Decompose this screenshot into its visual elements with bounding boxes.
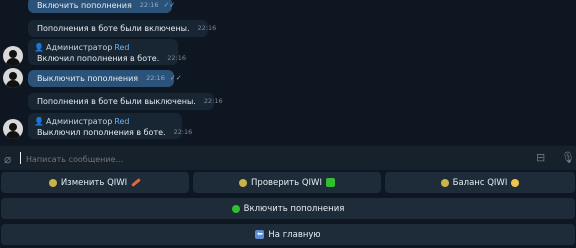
bot-keyboard-icon[interactable]: ⊟ — [536, 151, 545, 164]
read-ticks-icon: ✓✓ — [169, 74, 182, 82]
message-text: Пополнения в боте были включены. — [37, 24, 190, 33]
check-qiwi-button[interactable]: Проверить QIWI — [193, 172, 381, 193]
home-button[interactable]: ⬅ На главную — [1, 224, 575, 245]
message-outgoing[interactable]: Включить пополнения 22:16 ✓✓ — [28, 0, 175, 13]
coin-icon — [48, 178, 57, 187]
message-time: 22:16 — [167, 54, 186, 62]
user-icon: 👤 — [34, 43, 44, 52]
admin-name: Red — [114, 117, 130, 126]
message-incoming[interactable]: 👤 Администратор Red Выключил пополнения … — [28, 113, 192, 139]
message-text: Пополнения в боте были выключены. — [37, 97, 196, 106]
message-incoming[interactable]: Пополнения в боте были включены. 22:16 — [28, 20, 216, 37]
attach-icon[interactable]: ⌀ — [4, 152, 11, 166]
message-time: 22:16 — [197, 24, 217, 32]
user-avatar[interactable] — [3, 68, 23, 88]
message-time: 22:16 — [203, 97, 223, 105]
message-time: 22:16 — [146, 74, 165, 82]
chat-area: Включить пополнения 22:16 ✓✓ Пополнения … — [0, 0, 576, 145]
bot-avatar[interactable] — [3, 46, 23, 66]
user-icon: 👤 — [34, 117, 44, 126]
message-text: Выключить пополнения — [37, 74, 139, 83]
admin-label: Администратор — [45, 43, 113, 52]
coin-icon — [440, 178, 449, 187]
admin-name: Red — [114, 43, 130, 52]
message-time: 22:16 — [139, 1, 159, 9]
pencil-icon — [131, 178, 141, 187]
smile-icon — [511, 178, 520, 187]
message-incoming[interactable]: Пополнения в боте были выключены. 22:16 — [28, 93, 223, 110]
recycle-icon — [325, 178, 335, 187]
message-input[interactable] — [24, 150, 518, 168]
bot-avatar[interactable] — [3, 119, 23, 139]
microphone-icon[interactable]: 🎙 — [561, 151, 575, 164]
message-outgoing[interactable]: Выключить пополнения 22:16 ✓✓ — [28, 70, 182, 87]
bot-reply-keyboard: Изменить QIWI Проверить QIWI Баланс QIWI… — [0, 170, 576, 248]
coin-icon — [239, 178, 248, 187]
message-text: Включил пополнения в боте. — [37, 54, 160, 63]
change-qiwi-button[interactable]: Изменить QIWI — [1, 172, 189, 193]
message-time: 22:16 — [173, 128, 193, 136]
admin-label: Администратор — [45, 117, 113, 126]
green-circle-icon — [231, 204, 240, 213]
text-cursor — [20, 152, 21, 164]
message-text: Выключил пополнения в боте. — [37, 128, 166, 137]
back-arrow-icon: ⬅ — [255, 230, 265, 239]
read-ticks-icon: ✓✓ — [163, 1, 176, 9]
message-composer: ⌀ ⊟ 🎙 — [0, 145, 576, 171]
enable-topups-button[interactable]: Включить пополнения — [1, 198, 575, 219]
message-incoming[interactable]: 👤 Администратор Red Включил пополнения в… — [28, 39, 186, 65]
qiwi-balance-button[interactable]: Баланс QIWI — [385, 172, 575, 193]
message-text: Включить пополнения — [37, 1, 132, 10]
